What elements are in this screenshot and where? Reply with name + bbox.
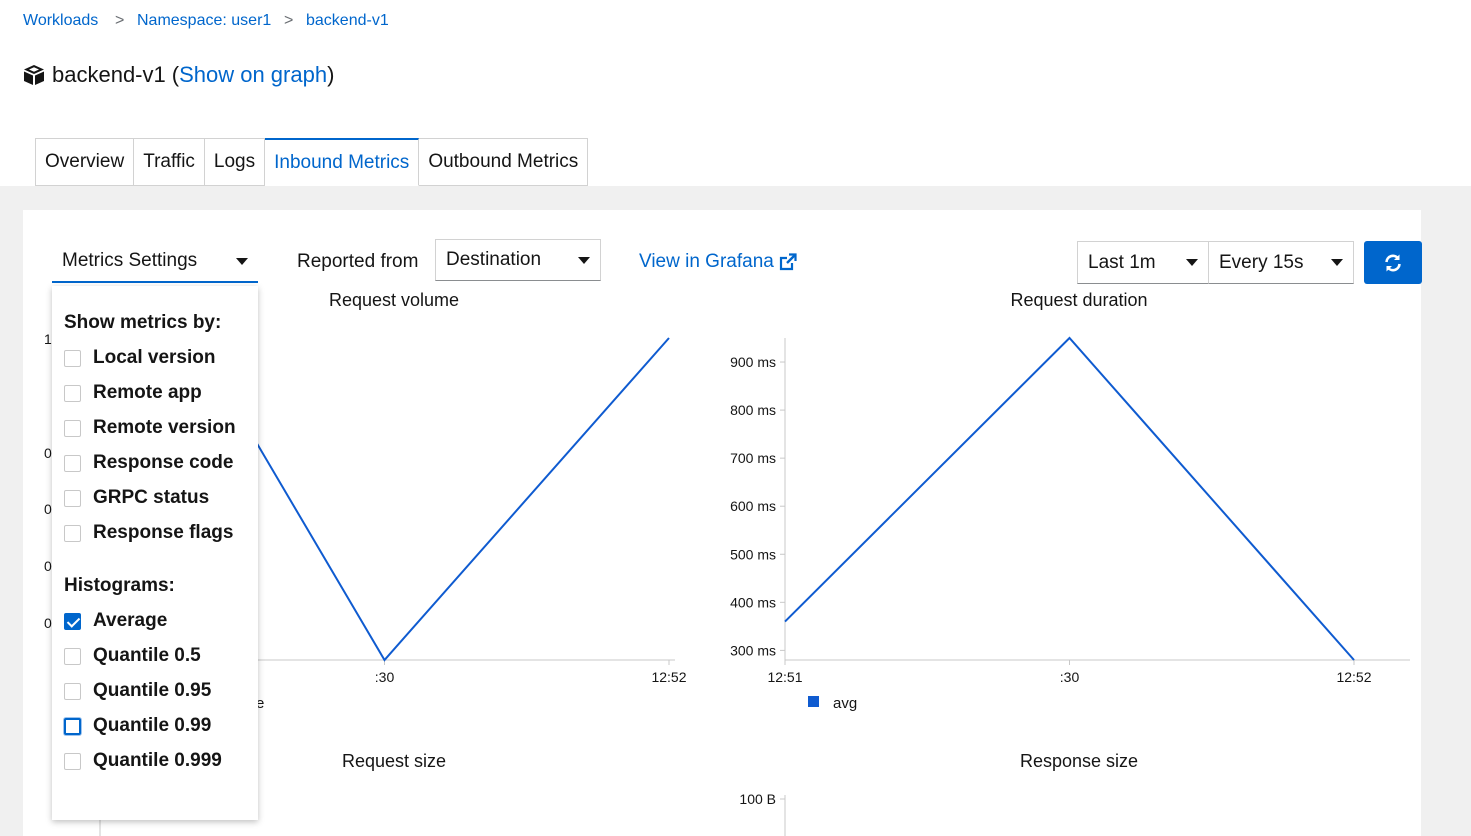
checkbox[interactable]	[64, 682, 81, 700]
metrics-settings-dropdown[interactable]: Metrics Settings	[52, 241, 258, 283]
tab-logs[interactable]: Logs	[204, 138, 266, 186]
tab-overview[interactable]: Overview	[35, 138, 135, 186]
breadcrumb-namespace[interactable]: Namespace: user1	[137, 12, 271, 30]
option-label: Remote version	[93, 417, 236, 438]
view-in-grafana-link[interactable]: View in Grafana	[639, 251, 797, 273]
reported-from-label: Reported from	[297, 251, 419, 272]
option-label: Quantile 0.5	[93, 645, 201, 666]
x-tick-label: 12:52	[651, 669, 686, 685]
legend-label-avg: avg	[833, 695, 857, 712]
y-tick-label: 900 ms	[730, 354, 776, 370]
series-line	[784, 336, 1355, 661]
caret-down-icon	[1331, 259, 1343, 266]
option-label: Average	[93, 610, 168, 631]
y-tick-label: 700 ms	[730, 450, 776, 466]
option-response-flags[interactable]: Response flags	[64, 522, 233, 544]
option-local-version[interactable]: Local version	[64, 347, 216, 369]
workload-cube-icon	[22, 64, 46, 86]
reported-from-value: Destination	[446, 249, 542, 270]
y-tick-label: 0	[44, 558, 52, 574]
x-tick-label: :30	[1060, 669, 1080, 685]
breadcrumb-workload[interactable]: backend-v1	[306, 12, 389, 30]
show-metrics-by-heading: Show metrics by:	[64, 312, 222, 333]
y-tick-label: 0	[44, 445, 52, 461]
sync-icon	[1383, 253, 1403, 273]
y-tick-label: 0	[44, 501, 52, 517]
tab-outbound-metrics[interactable]: Outbound Metrics	[419, 138, 589, 186]
option-grpc-status[interactable]: GRPC status	[64, 487, 209, 509]
option-quantile-0-99[interactable]: Quantile 0.99	[64, 715, 211, 737]
checkbox[interactable]	[64, 647, 81, 665]
option-label: Remote app	[93, 382, 202, 403]
metrics-settings-label: Metrics Settings	[62, 250, 198, 271]
chart-title-request-size: Request size	[341, 751, 447, 771]
page-title: backend-v1 (Show on graph)	[22, 62, 334, 88]
option-label: GRPC status	[93, 487, 210, 508]
chart-title-response-size: Response size	[1019, 751, 1139, 771]
option-average[interactable]: Average	[64, 610, 167, 632]
close-paren: )	[327, 62, 335, 87]
refresh-interval-select[interactable]: Every 15s	[1208, 241, 1354, 284]
option-label: Local version	[93, 347, 216, 368]
checkbox[interactable]	[64, 524, 81, 542]
reported-from-select[interactable]: Destination	[435, 239, 601, 281]
breadcrumb-workloads[interactable]: Workloads	[23, 12, 98, 30]
checkbox-focused[interactable]	[64, 717, 81, 735]
tab-inbound-metrics[interactable]: Inbound Metrics	[265, 138, 420, 186]
option-label: Quantile 0.999	[93, 750, 222, 771]
series-line	[241, 337, 670, 662]
caret-down-icon	[1186, 259, 1198, 266]
grafana-link-label: View in Grafana	[639, 251, 774, 272]
checkbox[interactable]	[64, 419, 81, 437]
y-tick-label: 0	[44, 615, 52, 631]
y-tick-label: 400 ms	[730, 594, 776, 610]
histograms-heading: Histograms:	[64, 575, 175, 596]
checkbox[interactable]	[64, 384, 81, 402]
option-quantile-0-999[interactable]: Quantile 0.999	[64, 750, 222, 772]
x-tick-label: :30	[375, 669, 395, 685]
option-label: Quantile 0.95	[93, 680, 212, 701]
checkbox[interactable]	[64, 454, 81, 472]
option-remote-version[interactable]: Remote version	[64, 417, 236, 439]
response-size-chart: 100 B	[739, 791, 786, 836]
refresh-interval-value: Every 15s	[1219, 251, 1304, 273]
y-tick-label: 100 B	[739, 791, 776, 807]
chart-title-request-duration: Request duration	[1010, 290, 1148, 310]
tab-bar: Overview Traffic Logs Inbound Metrics Ou…	[35, 138, 589, 186]
show-on-graph-link[interactable]: Show on graph	[179, 62, 327, 87]
y-tick-label: 800 ms	[730, 402, 776, 418]
option-remote-app[interactable]: Remote app	[64, 382, 202, 404]
checkbox-checked[interactable]	[64, 612, 81, 630]
caret-down-icon	[236, 257, 248, 265]
x-tick-label: 12:52	[1336, 669, 1371, 685]
chart-title-request-volume: Request volume	[328, 290, 460, 310]
option-quantile-0-95[interactable]: Quantile 0.95	[64, 680, 211, 702]
y-tick-label: 300 ms	[730, 642, 776, 658]
duration-value: Last 1m	[1088, 251, 1156, 273]
caret-down-icon	[578, 256, 590, 264]
refresh-button[interactable]	[1364, 241, 1422, 284]
breadcrumb-separator: >	[284, 12, 294, 29]
checkbox[interactable]	[64, 349, 81, 367]
option-label: Response code	[93, 452, 234, 473]
legend-swatch	[808, 696, 819, 707]
metrics-settings-menu: Show metrics by: Local version Remote ap…	[52, 286, 258, 820]
y-tick-label: 1	[44, 331, 52, 347]
option-label: Response flags	[93, 522, 234, 543]
x-tick-label: 12:51	[767, 669, 802, 685]
option-label: Quantile 0.99	[93, 715, 212, 736]
option-quantile-0-5[interactable]: Quantile 0.5	[64, 645, 201, 667]
y-tick-label: 600 ms	[730, 498, 776, 514]
workload-name: backend-v1	[52, 62, 166, 87]
open-paren: (	[171, 62, 180, 87]
request-duration-chart: 900 ms 800 ms 700 ms 600 ms 500 ms 400 ms 300 …	[730, 336, 1410, 712]
option-response-code[interactable]: Response code	[64, 452, 233, 474]
external-link-icon	[779, 253, 797, 271]
tab-traffic[interactable]: Traffic	[134, 138, 205, 186]
checkbox[interactable]	[64, 752, 81, 770]
y-tick-label: 500 ms	[730, 546, 776, 562]
duration-select[interactable]: Last 1m	[1077, 241, 1209, 284]
checkbox[interactable]	[64, 489, 81, 507]
breadcrumb-separator: >	[115, 12, 125, 29]
